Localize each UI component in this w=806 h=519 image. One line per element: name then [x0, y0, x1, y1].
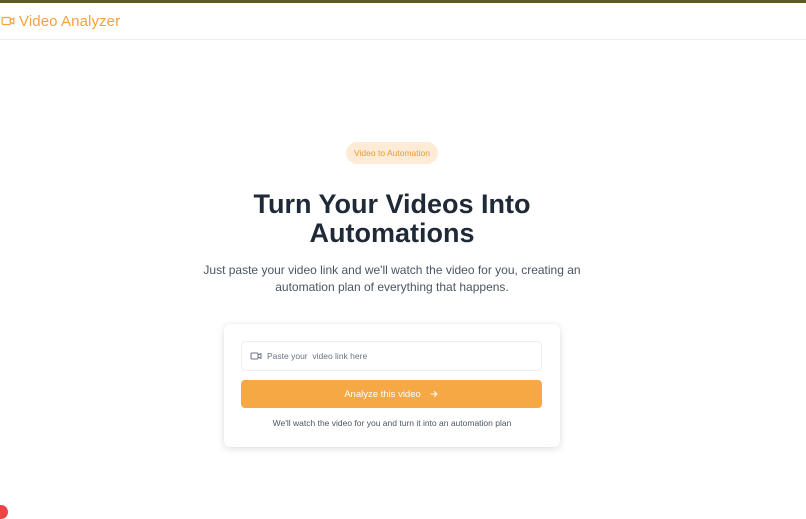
video-camera-icon [1, 14, 15, 28]
subtitle-line-1: Just paste your video link and we'll wat… [203, 263, 581, 277]
headline-line-2: Automations [309, 218, 475, 248]
page-title: Turn Your Videos Into Automations [180, 190, 604, 248]
navbar: Video Analyzer [0, 3, 806, 40]
video-link-input[interactable] [267, 344, 541, 368]
floating-action-dot[interactable] [0, 505, 8, 519]
video-link-field[interactable] [241, 341, 542, 371]
analyze-button-label: Analyze this video [344, 388, 421, 400]
helper-text: We'll watch the video for you and turn i… [272, 418, 512, 428]
video-camera-icon [250, 350, 262, 362]
headline-line-1: Turn Your Videos Into [253, 189, 531, 219]
video-link-card: Analyze this video We'll watch the video… [224, 324, 560, 447]
analyze-video-button[interactable]: Analyze this video [241, 380, 542, 408]
hero-badge: Video to Automation [346, 142, 438, 164]
app-title[interactable]: Video Analyzer [19, 13, 120, 30]
arrow-right-icon [429, 389, 439, 399]
hero-subtitle: Just paste your video link and we'll wat… [196, 262, 588, 296]
subtitle-line-2: automation plan of everything that happe… [275, 280, 509, 294]
